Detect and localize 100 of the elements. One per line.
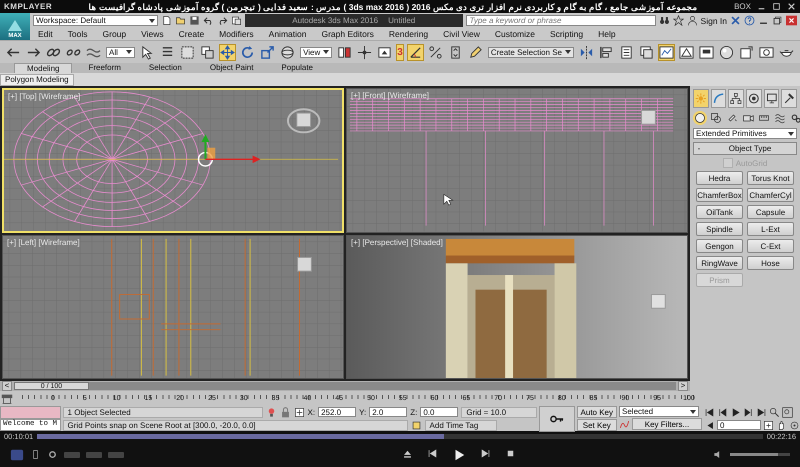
panel-tab[interactable]	[764, 89, 780, 108]
move-icon[interactable]	[220, 44, 236, 60]
new-file-icon[interactable]	[161, 15, 172, 26]
phone-icon[interactable]	[30, 449, 41, 460]
binoculars-icon[interactable]	[658, 15, 670, 26]
viewport-label[interactable]: [+] [Perspective] [Shaded]	[351, 238, 443, 246]
ribbon-tab[interactable]: Freeform	[76, 63, 133, 73]
align-icon[interactable]	[599, 44, 614, 60]
snap-toggle[interactable]: 3	[397, 44, 403, 60]
folder-icon[interactable]	[175, 15, 186, 26]
auto-key-button[interactable]: Auto Key	[576, 406, 617, 418]
zoom-all-icon[interactable]	[782, 406, 793, 418]
menu-item[interactable]: Rendering	[388, 29, 428, 39]
primitive-button[interactable]: RingWave	[696, 256, 743, 270]
primitive-button[interactable]: Hose	[747, 256, 794, 270]
ribbon-tab[interactable]: Selection	[136, 63, 194, 73]
maximize-icon[interactable]	[772, 2, 781, 11]
key-mode-dropdown[interactable]: Selected	[619, 406, 699, 417]
menu-item[interactable]: Graph Editors	[321, 29, 374, 39]
menu-item[interactable]: Tools	[68, 29, 88, 39]
primitive-button[interactable]: Torus Knot	[747, 171, 794, 185]
next-icon[interactable]	[480, 448, 490, 458]
selection-filter-dropdown[interactable]: All	[106, 46, 136, 58]
primitive-button[interactable]: Capsule	[747, 205, 794, 219]
coordinate-field[interactable]: 252.0	[318, 407, 356, 417]
menu-item[interactable]: Modifiers	[219, 29, 254, 39]
set-key-mode-button[interactable]	[539, 406, 575, 432]
menu-item[interactable]: Edit	[38, 29, 53, 39]
undo-icon[interactable]	[203, 15, 214, 26]
add-time-tag-button[interactable]: Add Time Tag	[424, 420, 497, 430]
primitive-button[interactable]: ChamferCyl	[747, 188, 794, 202]
graph-icon[interactable]	[659, 44, 674, 60]
scale-icon[interactable]	[260, 44, 276, 60]
menu-item[interactable]: Group	[102, 29, 126, 39]
close-icon[interactable]	[786, 15, 797, 26]
view-cube-icon[interactable]	[641, 110, 656, 125]
primitive-button[interactable]: Hedra	[696, 171, 743, 185]
sphere-icon[interactable]	[280, 44, 296, 60]
reference-coordinate-dropdown[interactable]: View	[300, 46, 332, 58]
viewport[interactable]: [+] [Perspective] [Shaded]	[346, 234, 688, 379]
menu-item[interactable]: Help	[598, 29, 616, 39]
axis-icon[interactable]	[357, 44, 372, 60]
primitive-button[interactable]: C-Ext	[747, 239, 794, 253]
primitive-button[interactable]: L-Ext	[747, 222, 794, 236]
zoom-icon[interactable]	[769, 406, 780, 418]
save-icon[interactable]	[189, 15, 200, 26]
search-field[interactable]: Type a keyword or phrase	[466, 15, 656, 26]
view-cube-icon[interactable]	[297, 256, 312, 272]
cross-icon[interactable]	[730, 15, 741, 26]
transform-gizmo[interactable]	[198, 134, 260, 167]
named-selection-dropdown[interactable]: Create Selection Se	[488, 46, 574, 58]
user-icon[interactable]	[686, 15, 698, 26]
ribbon-panel-tab[interactable]: Polygon Modeling	[0, 74, 74, 86]
material-sphere-icon[interactable]	[719, 44, 734, 60]
pencil-icon[interactable]	[468, 44, 483, 60]
set-key-button[interactable]: Set Key	[576, 419, 617, 431]
menu-item[interactable]: Animation	[268, 29, 306, 39]
rollout-header[interactable]: - Object Type	[693, 142, 797, 155]
panel-tab[interactable]	[781, 89, 798, 108]
curve-icon[interactable]	[619, 418, 630, 430]
orbit-icon[interactable]	[789, 420, 800, 430]
previous-icon[interactable]	[426, 448, 438, 458]
ribbon-tab[interactable]: Modeling	[14, 63, 72, 73]
view-cube-icon[interactable]	[286, 108, 320, 134]
angle-icon[interactable]	[408, 44, 423, 60]
menu-item[interactable]: Scripting	[550, 29, 584, 39]
menu-item[interactable]: Create	[178, 29, 204, 39]
last-frame-icon[interactable]	[756, 406, 767, 418]
ribbon-tab[interactable]: Object Paint	[198, 63, 266, 73]
shapes-icon[interactable]	[709, 111, 723, 125]
panel-tab[interactable]	[746, 89, 762, 108]
help-icon[interactable]	[744, 15, 755, 26]
primitive-button[interactable]: ChamferBox	[696, 188, 743, 202]
previous-frame-icon[interactable]	[717, 406, 728, 418]
close-icon[interactable]	[787, 2, 796, 11]
dashed-square-icon[interactable]	[180, 44, 196, 60]
sign-in-link[interactable]: Sign In	[700, 16, 727, 26]
mirror-icon[interactable]	[579, 44, 594, 60]
ribbon-tab[interactable]: Populate	[269, 63, 326, 73]
sphere-icon[interactable]	[693, 111, 707, 125]
first-frame-icon[interactable]	[704, 406, 715, 418]
key-filters-button[interactable]: Key Filters...	[632, 418, 702, 430]
menu-item[interactable]: Civil View	[443, 29, 480, 39]
restore-icon[interactable]	[772, 15, 783, 26]
primitive-button[interactable]: Spindle	[696, 222, 743, 236]
next-frame-button[interactable]: >	[678, 381, 688, 391]
primitive-button[interactable]: OilTank	[696, 205, 743, 219]
redo-icon[interactable]	[217, 15, 228, 26]
star-icon[interactable]	[672, 15, 684, 26]
next-frame-icon[interactable]	[743, 406, 754, 418]
coordinate-field[interactable]: 2.0	[369, 407, 408, 417]
current-frame-field[interactable]: 0	[717, 420, 761, 430]
workspace-dropdown[interactable]: Workspace: Default	[33, 15, 158, 26]
previous-frame-button[interactable]: <	[2, 381, 12, 391]
object-class-dropdown[interactable]: Extended Primitives	[693, 128, 797, 139]
menu-item[interactable]: Customize	[494, 29, 535, 39]
cursor-icon[interactable]	[140, 44, 156, 60]
squares-icon[interactable]	[200, 44, 216, 60]
hand-icon[interactable]	[776, 420, 787, 430]
percent-icon[interactable]	[428, 44, 443, 60]
